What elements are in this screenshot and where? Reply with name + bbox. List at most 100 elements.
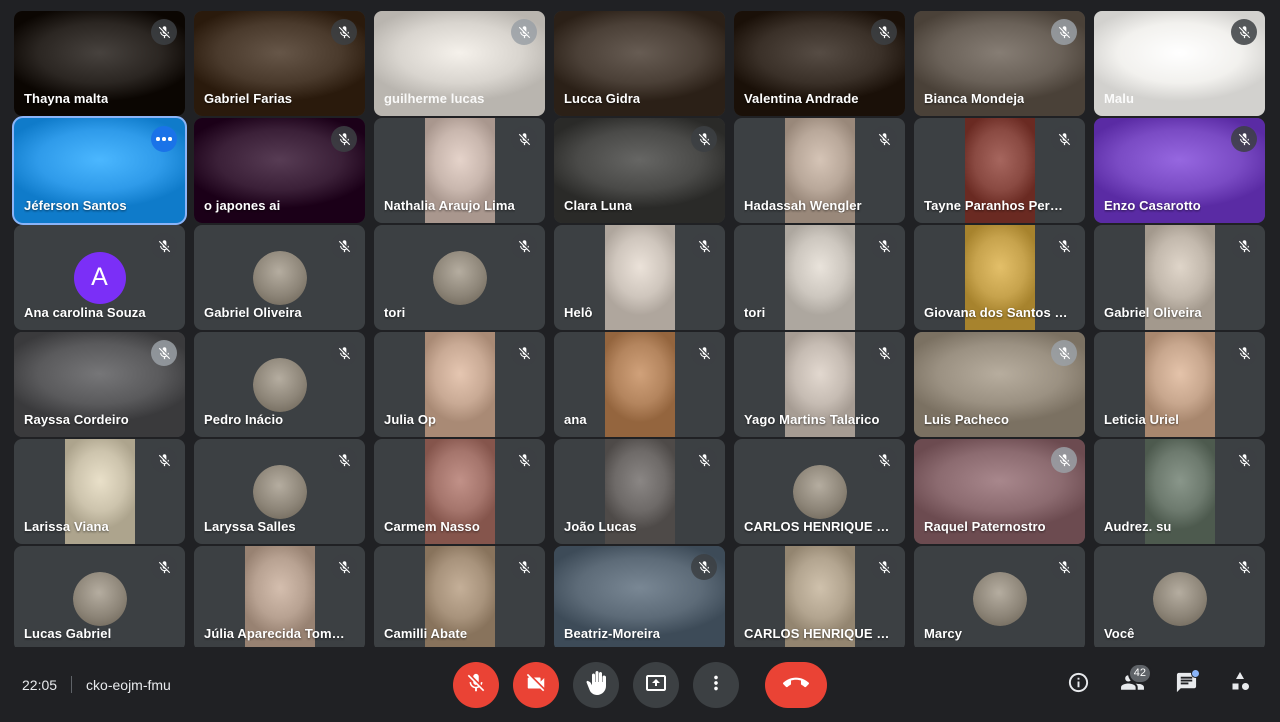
participant-name: guilherme lucas (384, 91, 485, 106)
participant-tile[interactable]: Laryssa Salles (194, 439, 365, 544)
participant-tile[interactable]: Giovana dos Santos … (914, 225, 1085, 330)
participant-video (604, 225, 675, 330)
participant-tile[interactable]: Valentina Andrade (734, 11, 905, 116)
muted-microphone-icon (151, 233, 177, 259)
participant-name: Gabriel Oliveira (204, 305, 302, 320)
camera-button[interactable] (513, 661, 559, 708)
muted-microphone-icon (331, 19, 357, 45)
participant-name: Júlia Aparecida Tom… (204, 626, 345, 641)
avatar (252, 250, 307, 305)
meeting-time: 22:05 (22, 676, 58, 693)
muted-microphone-icon (1231, 19, 1257, 45)
participant-name: Julia Op (384, 412, 437, 427)
participant-tile[interactable]: Júlia Aparecida Tom… (194, 546, 365, 651)
participant-tile[interactable]: A Ana carolina Souza (14, 225, 185, 330)
avatar (252, 464, 307, 519)
participant-video (784, 225, 855, 330)
participant-tile[interactable]: Gabriel Farias (194, 11, 365, 116)
participant-name: Raquel Paternostro (924, 519, 1046, 534)
participant-tile[interactable]: Rayssa Cordeiro (14, 332, 185, 437)
participant-tile[interactable]: Marcy (914, 546, 1085, 651)
camera-off-icon (525, 672, 547, 697)
participant-tile[interactable]: tori (734, 225, 905, 330)
participant-name: Thayna malta (24, 91, 109, 106)
avatar-image (792, 464, 847, 519)
participant-name: Jéferson Santos (24, 198, 127, 213)
participant-tile[interactable]: Jéferson Santos (12, 116, 187, 225)
microphone-button[interactable] (453, 661, 499, 708)
participant-tile[interactable]: Camilli Abate (374, 546, 545, 651)
participant-tile[interactable]: João Lucas (554, 439, 725, 544)
tile-more-options-button[interactable] (151, 126, 177, 152)
avatar-image (1152, 571, 1207, 626)
leave-call-button[interactable] (765, 661, 827, 708)
show-everyone-button[interactable]: 42 (1110, 662, 1154, 707)
chat-button[interactable] (1164, 663, 1208, 707)
participant-tile[interactable]: Helô (554, 225, 725, 330)
activities-shapes-icon (1228, 670, 1252, 699)
participant-tile[interactable]: Gabriel Oliveira (194, 225, 365, 330)
muted-microphone-icon (1051, 126, 1077, 152)
participant-tile[interactable]: guilherme lucas (374, 11, 545, 116)
activities-button[interactable] (1218, 663, 1262, 707)
participant-video (604, 332, 675, 437)
participant-tile[interactable]: Lucca Gidra (554, 11, 725, 116)
muted-microphone-icon (511, 19, 537, 45)
raise-hand-button[interactable] (573, 661, 619, 708)
participant-tile[interactable]: Audrez. su (1094, 439, 1265, 544)
participant-tile[interactable]: Julia Op (374, 332, 545, 437)
participant-tile[interactable]: Enzo Casarotto (1094, 118, 1265, 223)
meeting-info-divider (71, 676, 73, 693)
avatar-image (972, 571, 1027, 626)
muted-microphone-icon (151, 447, 177, 473)
participant-name: Gabriel Oliveira (1104, 305, 1202, 320)
participant-name: Nathalia Araujo Lima (384, 198, 515, 213)
participant-tile[interactable]: Thayna malta (14, 11, 185, 116)
participant-name: Marcy (924, 626, 963, 641)
participant-tile[interactable]: o japones ai (194, 118, 365, 223)
participant-tile[interactable]: Nathalia Araujo Lima (374, 118, 545, 223)
participant-tile[interactable]: Carmem Nasso (374, 439, 545, 544)
participant-tile[interactable]: Bianca Mondeja (914, 11, 1085, 116)
muted-microphone-icon (151, 19, 177, 45)
muted-microphone-icon (691, 447, 717, 473)
muted-microphone-icon (1231, 554, 1257, 580)
participant-tile[interactable]: Luis Pacheco (914, 332, 1085, 437)
participant-tile[interactable]: Yago Martins Talarico (734, 332, 905, 437)
participant-name: tori (384, 305, 406, 320)
participant-tile[interactable]: Pedro Inácio (194, 332, 365, 437)
present-now-button[interactable] (633, 661, 679, 708)
participant-tile[interactable]: Hadassah Wengler (734, 118, 905, 223)
participant-name: ana (564, 412, 587, 427)
participant-tile[interactable]: CARLOS HENRIQUE … (734, 546, 905, 651)
avatar-image (252, 357, 307, 412)
muted-microphone-icon (871, 554, 897, 580)
avatar-image (252, 464, 307, 519)
muted-microphone-icon (1051, 554, 1077, 580)
participant-tile[interactable]: ana (554, 332, 725, 437)
participant-tile[interactable]: Tayne Paranhos Per… (914, 118, 1085, 223)
participant-tile[interactable]: Leticia Uriel (1094, 332, 1265, 437)
participant-name: Hadassah Wengler (744, 198, 862, 213)
meeting-code[interactable]: cko-eojm-fmu (86, 677, 171, 693)
muted-microphone-icon (1051, 233, 1077, 259)
avatar (432, 250, 487, 305)
participant-tile[interactable]: Raquel Paternostro (914, 439, 1085, 544)
muted-microphone-icon (691, 554, 717, 580)
more-options-button[interactable] (693, 661, 739, 708)
participant-name: Tayne Paranhos Per… (924, 198, 1063, 213)
participant-tile[interactable]: Clara Luna (554, 118, 725, 223)
participant-grid: Thayna malta Gabriel Farias guilherme luca… (12, 11, 1266, 651)
meeting-details-button[interactable] (1056, 663, 1100, 707)
hangup-phone-icon (783, 670, 809, 699)
avatar-image (72, 571, 127, 626)
participant-tile[interactable]: Beatriz-Moreira (554, 546, 725, 651)
participant-tile[interactable]: CARLOS HENRIQUE N… (734, 439, 905, 544)
participant-tile[interactable]: Lucas Gabriel (14, 546, 185, 651)
participant-tile[interactable]: Você (1094, 546, 1265, 651)
participant-tile[interactable]: Malu (1094, 11, 1265, 116)
participant-tile[interactable]: Gabriel Oliveira (1094, 225, 1265, 330)
participant-tile[interactable]: tori (374, 225, 545, 330)
participant-name: o japones ai (204, 198, 281, 213)
participant-tile[interactable]: Larissa Viana (14, 439, 185, 544)
